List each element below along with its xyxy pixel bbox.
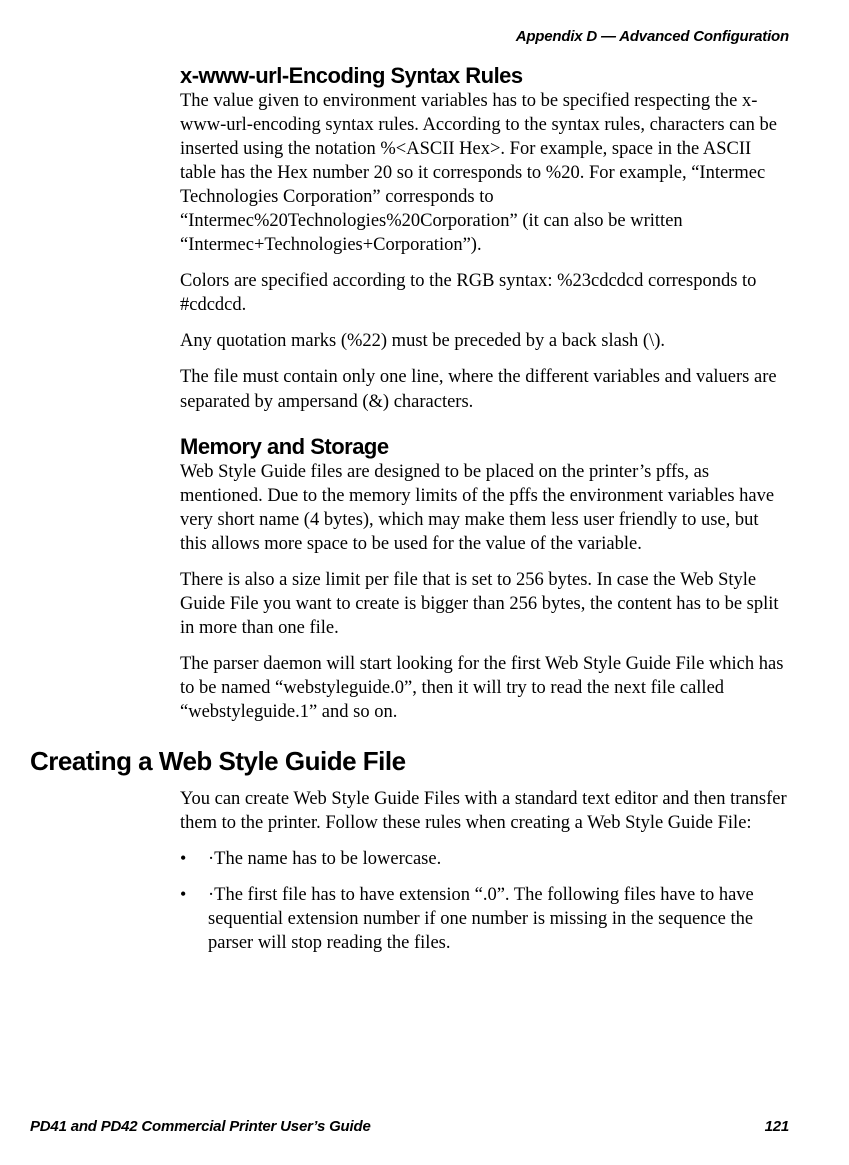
body-paragraph: The parser daemon will start looking for…: [180, 652, 789, 724]
body-paragraph: Any quotation marks (%22) must be preced…: [180, 329, 789, 353]
footer-title: PD41 and PD42 Commercial Printer User’s …: [30, 1118, 371, 1135]
body-paragraph: There is also a size limit per file that…: [180, 568, 789, 640]
creating-section: You can create Web Style Guide Files wit…: [30, 787, 789, 955]
memory-section: Memory and Storage Web Style Guide files…: [180, 434, 789, 724]
page-content: x-www-url-Encoding Syntax Rules The valu…: [30, 63, 789, 724]
body-paragraph: The file must contain only one line, whe…: [180, 365, 789, 413]
body-paragraph: Web Style Guide files are designed to be…: [180, 460, 789, 556]
memory-heading: Memory and Storage: [180, 434, 789, 460]
body-paragraph: You can create Web Style Guide Files wit…: [180, 787, 789, 835]
bullet-list: ·The name has to be lowercase. ·The firs…: [180, 847, 789, 955]
footer-page-number: 121: [765, 1118, 789, 1135]
body-paragraph: The value given to environment variables…: [180, 89, 789, 257]
list-item: ·The name has to be lowercase.: [180, 847, 789, 871]
appendix-label: Appendix D — Advanced Configuration: [516, 28, 789, 45]
page-header: Appendix D — Advanced Configuration: [30, 28, 789, 45]
body-paragraph: Colors are specified according to the RG…: [180, 269, 789, 317]
page-footer: PD41 and PD42 Commercial Printer User’s …: [30, 1118, 789, 1135]
encoding-heading: x-www-url-Encoding Syntax Rules: [180, 63, 789, 89]
creating-heading: Creating a Web Style Guide File: [30, 746, 789, 777]
encoding-section: x-www-url-Encoding Syntax Rules The valu…: [180, 63, 789, 414]
list-item: ·The first file has to have extension “.…: [180, 883, 789, 955]
